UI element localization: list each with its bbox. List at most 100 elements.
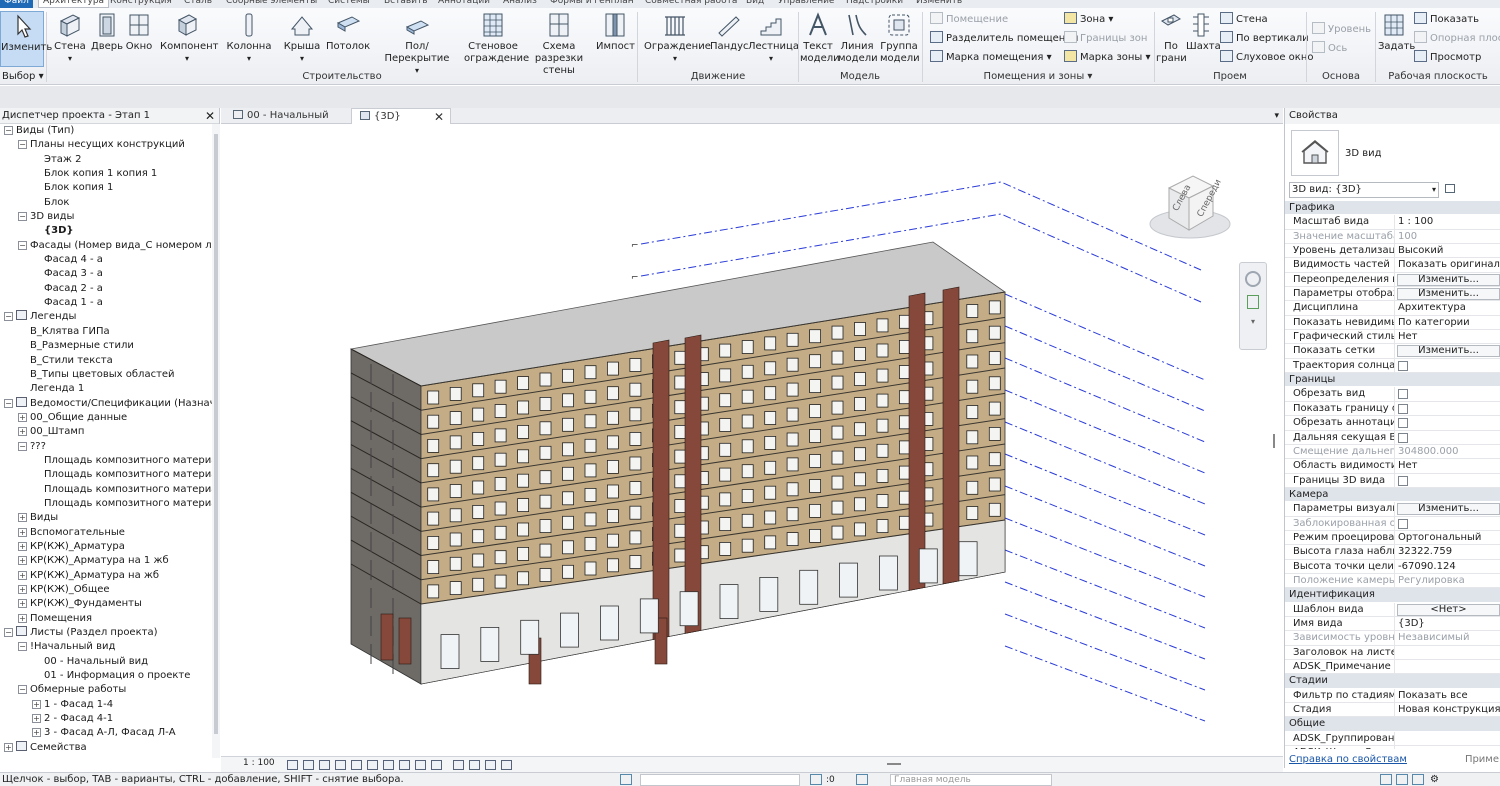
expand-toggle-icon[interactable]: − — [18, 685, 27, 695]
steering-wheel-icon[interactable] — [1245, 271, 1261, 287]
edit-type-button[interactable]: Изменить — [1441, 182, 1500, 211]
property-checkbox[interactable] — [1398, 389, 1408, 400]
tab-overflow-icon[interactable]: ▾ — [1274, 108, 1279, 124]
design-option-dropdown[interactable]: Главная модель — [890, 774, 1052, 786]
ceiling-button[interactable]: Потолок — [326, 11, 370, 53]
browser-node[interactable]: Площадь композитного материала об — [0, 497, 212, 511]
ref-plane-button[interactable]: Опорная плоск... — [1414, 30, 1500, 47]
expand-toggle-icon[interactable]: − — [18, 642, 27, 652]
model-group-button[interactable]: Группа модели — [880, 11, 920, 65]
constraints-icon[interactable] — [501, 760, 512, 770]
expand-toggle-icon[interactable]: − — [18, 212, 27, 222]
stair-button[interactable]: Лестница ▾ — [748, 11, 799, 65]
opening-by-face-button[interactable]: По грани — [1156, 11, 1187, 65]
model-text-button[interactable]: Текст модели — [800, 11, 840, 65]
wall-button[interactable]: Стена ▾ — [52, 11, 88, 65]
tag-area-button[interactable]: Марка зоны ▾ — [1064, 49, 1151, 66]
area-button[interactable]: Зона ▾ — [1064, 11, 1113, 28]
temp-hide-icon[interactable] — [415, 760, 426, 770]
property-value[interactable]: 100 — [1396, 230, 1500, 244]
area-boundary-button[interactable]: Границы зон — [1064, 30, 1147, 47]
property-checkbox[interactable] — [1398, 432, 1408, 443]
property-checkbox[interactable] — [1398, 403, 1408, 414]
set-workplane-button[interactable]: Задать — [1378, 11, 1415, 53]
shadows-icon[interactable] — [335, 760, 346, 770]
expand-toggle-icon[interactable]: − — [4, 312, 13, 322]
tag-room-button[interactable]: Марка помещения ▾ — [930, 49, 1052, 66]
browser-node[interactable]: −3D виды — [0, 210, 212, 224]
browser-node[interactable]: − Обмерные работы — [0, 683, 212, 697]
component-button[interactable]: Компонент ▾ — [160, 11, 218, 65]
browser-node[interactable]: +00_Общие данные — [0, 411, 212, 425]
property-group-header[interactable]: Графика — [1285, 201, 1500, 216]
browser-node[interactable]: Площадь композитного материала ф... — [0, 483, 212, 497]
property-checkbox[interactable] — [1398, 475, 1408, 486]
expand-toggle-icon[interactable]: + — [18, 412, 27, 422]
browser-node[interactable]: + КР(КЖ)_Фундаменты — [0, 597, 212, 611]
browser-node[interactable]: 00 - Начальный вид — [0, 655, 212, 669]
property-edit-button[interactable]: Изменить... — [1397, 288, 1500, 301]
tab-architecture[interactable]: Архитектура — [38, 0, 110, 8]
property-value[interactable] — [1396, 660, 1500, 674]
browser-node[interactable]: Фасад 2 - а — [0, 282, 212, 296]
browser-node[interactable]: +00_Штамп — [0, 425, 212, 439]
column-button[interactable]: Колонна ▾ — [226, 11, 272, 65]
expand-toggle-icon[interactable]: − — [18, 441, 27, 451]
show-workplane-button[interactable]: Показать — [1414, 11, 1479, 28]
viewcube[interactable]: Слева Спереди — [1147, 166, 1233, 252]
tab-modify[interactable]: Изменить — [916, 0, 962, 8]
tab-start-view[interactable]: 00 - Начальный вид — [225, 108, 351, 137]
lock-view-icon[interactable] — [399, 760, 410, 770]
worksets-icon[interactable] — [620, 774, 632, 785]
property-edit-button[interactable]: <Нет> — [1397, 603, 1500, 616]
show-crop-icon[interactable] — [383, 760, 394, 770]
type-selector[interactable]: 3D вид: {3D} ▾ — [1289, 182, 1439, 198]
browser-node[interactable]: В_Размерные стили — [0, 339, 212, 353]
tab-analyze[interactable]: Анализ — [503, 0, 537, 8]
curtain-system-button[interactable]: Стеновое ограждение — [464, 11, 529, 65]
browser-node[interactable]: + КР(КЖ)_Арматура на 1 жб — [0, 554, 212, 568]
browser-node[interactable]: Блок — [0, 196, 212, 210]
sun-path-icon[interactable] — [319, 760, 330, 770]
viewport-splitter[interactable] — [1273, 434, 1275, 448]
detail-level-icon[interactable] — [287, 760, 298, 770]
browser-scrollbar[interactable] — [212, 124, 220, 758]
tab-structure[interactable]: Конструкция — [110, 0, 172, 8]
filter-icon[interactable]: ⚙ — [1430, 773, 1439, 786]
floor-button[interactable]: Пол/Перекрытие ▾ — [374, 11, 460, 77]
browser-node[interactable]: +1 - Фасад 1-4 — [0, 698, 212, 712]
grid-button[interactable]: Ось — [1312, 40, 1347, 57]
expand-toggle-icon[interactable]: + — [18, 556, 27, 566]
property-value[interactable]: Архитектура — [1396, 301, 1500, 315]
browser-node[interactable]: {3D} — [0, 224, 212, 238]
property-group-header[interactable]: Стадии — [1285, 674, 1500, 689]
browser-node[interactable]: + Помещения — [0, 612, 212, 626]
property-value[interactable]: Нет — [1396, 459, 1500, 473]
scroll-handle[interactable] — [887, 763, 901, 765]
wall-opening-button[interactable]: Стена — [1220, 11, 1268, 28]
door-button[interactable]: Дверь — [90, 11, 124, 53]
expand-toggle-icon[interactable]: + — [4, 742, 13, 752]
tab-manage[interactable]: Управление — [778, 0, 834, 8]
worksharing-icon[interactable] — [469, 760, 480, 770]
close-icon[interactable]: ✕ — [205, 108, 215, 124]
browser-node[interactable]: Фасад 3 - а — [0, 267, 212, 281]
expand-toggle-icon[interactable]: − — [4, 628, 13, 638]
browser-node[interactable]: Фасад 1 - а — [0, 296, 212, 310]
level-button[interactable]: Уровень — [1312, 21, 1371, 38]
close-icon[interactable]: ✕ — [434, 109, 444, 125]
browser-node[interactable]: + КР(КЖ)_Арматура на жб — [0, 569, 212, 583]
expand-toggle-icon[interactable]: − — [18, 240, 27, 250]
visual-style-icon[interactable] — [303, 760, 314, 770]
vertical-opening-button[interactable]: По вертикали — [1220, 30, 1309, 47]
browser-node[interactable]: В_Клятва ГИПа — [0, 325, 212, 339]
property-checkbox[interactable] — [1398, 518, 1408, 529]
room-separator-button[interactable]: Разделитель помещений — [930, 30, 1078, 47]
property-value[interactable] — [1396, 646, 1500, 660]
expand-toggle-icon[interactable]: − — [4, 126, 13, 135]
tab-steel[interactable]: Сталь — [184, 0, 212, 8]
temp-properties-icon[interactable] — [453, 760, 464, 770]
building-model[interactable]: ⌐⌐ — [221, 124, 1283, 756]
3d-viewport[interactable]: ⌐ ⌐ Слева Спереди ▾ — [221, 124, 1283, 756]
apply-button[interactable]: Приме — [1465, 752, 1499, 768]
